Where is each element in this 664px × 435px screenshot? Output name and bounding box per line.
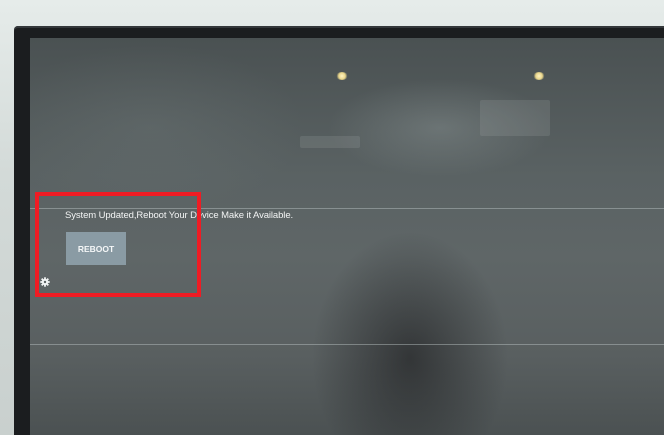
reflection-line xyxy=(30,344,664,345)
ceiling-light-reflection xyxy=(336,72,348,80)
window-reflection xyxy=(480,100,550,136)
ceiling-light-reflection xyxy=(533,72,545,80)
window-reflection xyxy=(300,136,360,148)
red-highlight-box xyxy=(35,192,201,297)
